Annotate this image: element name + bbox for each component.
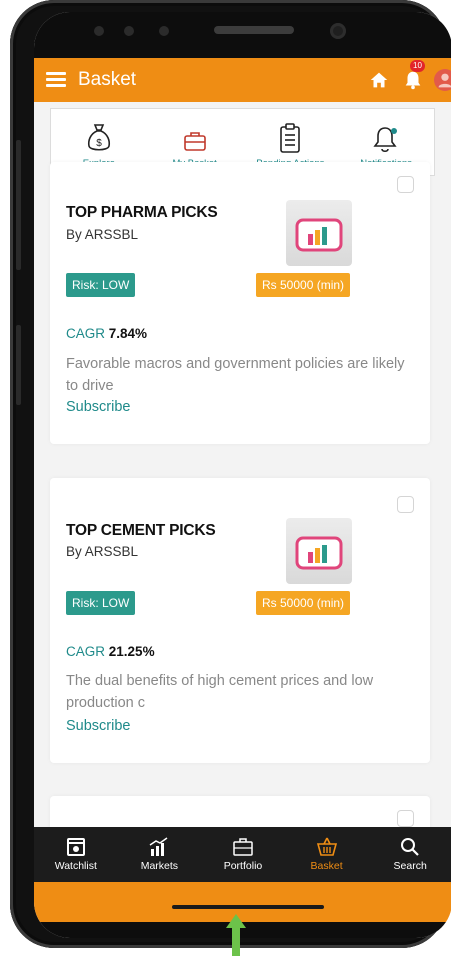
tab-watchlist[interactable]: Watchlist (34, 827, 118, 882)
basket-card[interactable]: TOP PHARMA PICKS By ARSSBL Risk: LOW Rs … (50, 162, 430, 444)
app-header: Basket 10 (34, 58, 451, 102)
basket-card[interactable]: TOP CEMENT PICKS By ARSSBL Risk: LOW Rs … (50, 478, 430, 763)
subscribe-link[interactable]: Subscribe (66, 399, 130, 415)
card-title: TOP CEMENT PICKS (66, 522, 216, 539)
briefcase-icon (183, 132, 206, 151)
cagr-text: CAGR 7.84% (66, 326, 147, 341)
basket-thumbnail (286, 518, 352, 584)
markets-icon (149, 837, 168, 856)
bell-icon (373, 127, 398, 153)
money-bag-icon: $ (87, 124, 110, 151)
risk-badge: Risk: LOW (66, 273, 136, 297)
cagr-value: 7.84% (108, 326, 148, 341)
card-author: By ARSSBL (66, 544, 139, 559)
basket-icon (316, 837, 337, 856)
min-amount-badge: Rs 50000 (min) (256, 591, 351, 615)
cagr-label: CAGR (66, 644, 106, 659)
avatar[interactable] (434, 69, 451, 91)
svg-text:$: $ (96, 138, 102, 149)
tab-portfolio[interactable]: Portfolio (201, 827, 285, 882)
risk-badge: Risk: LOW (66, 591, 136, 615)
cagr-value: 21.25% (108, 644, 155, 659)
front-camera (330, 23, 346, 39)
card-author: By ARSSBL (66, 227, 139, 242)
page-title: Basket (78, 69, 137, 90)
min-amount-badge: Rs 50000 (min) (256, 273, 351, 297)
sensor-dot (94, 26, 104, 36)
tab-label: Portfolio (223, 860, 263, 872)
tab-search[interactable]: Search (368, 827, 451, 882)
select-checkbox[interactable] (397, 176, 414, 193)
tab-label: Search (393, 860, 427, 872)
speaker-grille (214, 26, 294, 34)
card-description: Favorable macros and government policies… (66, 356, 405, 394)
sensor-dot (159, 26, 169, 36)
menu-icon[interactable] (46, 72, 66, 88)
sensor-dot (124, 26, 134, 36)
side-button (16, 325, 21, 405)
clipboard-icon (280, 123, 301, 153)
search-icon (401, 838, 419, 856)
tab-label: Markets (140, 860, 179, 872)
watchlist-icon (66, 838, 85, 856)
app-screen: Basket 10 $ TOP PHARMA PICKS By ARSSBL R… (34, 12, 451, 938)
tab-basket[interactable]: Basket (285, 827, 369, 882)
arrow-up-icon (226, 914, 246, 956)
subscribe-link[interactable]: Subscribe (66, 718, 130, 734)
portfolio-icon (233, 838, 253, 856)
bell-icon (405, 71, 421, 90)
bar-chart-icon (295, 218, 343, 252)
tab-label: Basket (310, 860, 343, 872)
select-checkbox[interactable] (397, 810, 414, 827)
basket-thumbnail (286, 200, 352, 266)
volume-button (16, 140, 21, 270)
notification-badge: 10 (410, 60, 425, 72)
phone-frame: Basket 10 $ TOP PHARMA PICKS By ARSSBL R… (10, 0, 451, 948)
home-indicator[interactable] (172, 905, 324, 909)
bar-chart-icon (295, 536, 343, 570)
select-checkbox[interactable] (397, 496, 414, 513)
tab-markets[interactable]: Markets (118, 827, 202, 882)
tab-label: Watchlist (54, 860, 97, 872)
cagr-text: CAGR 21.25% (66, 644, 155, 659)
notification-bell[interactable]: 10 (402, 60, 425, 91)
bottom-tab-bar: Watchlist Markets Portfolio Basket Searc… (34, 827, 451, 882)
cagr-label: CAGR (66, 326, 106, 341)
card-description: The dual benefits of high cement prices … (66, 673, 374, 711)
profile-icon (438, 73, 451, 88)
status-bar (34, 12, 451, 58)
home-icon[interactable] (368, 69, 390, 91)
card-title: TOP PHARMA PICKS (66, 204, 218, 221)
